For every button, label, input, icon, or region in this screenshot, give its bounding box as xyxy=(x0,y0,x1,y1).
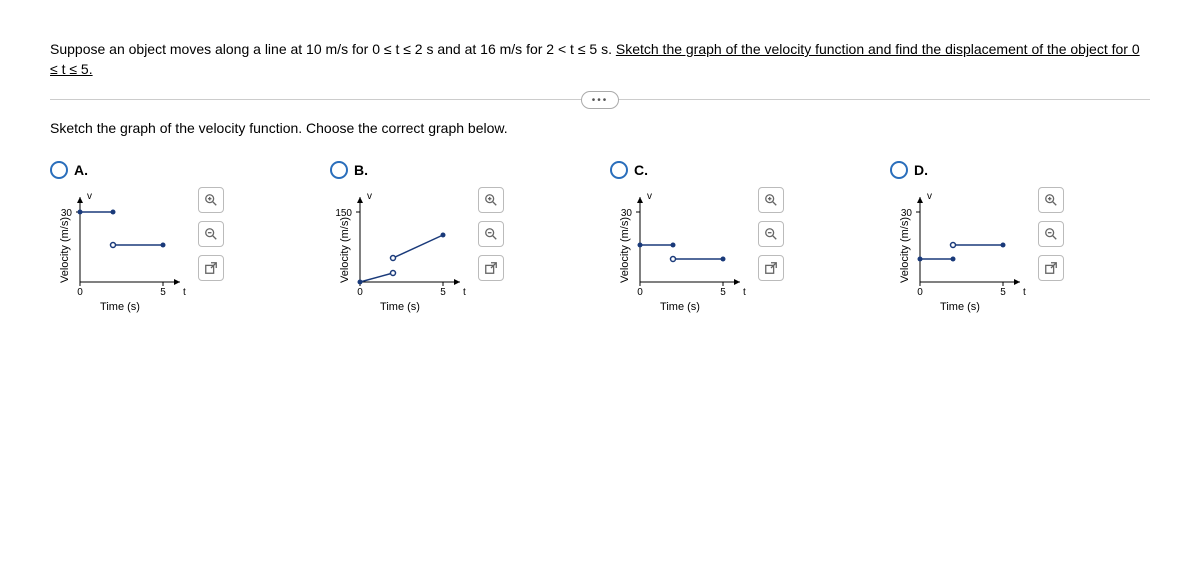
popout-c[interactable] xyxy=(758,255,784,281)
zoom-out-b[interactable] xyxy=(478,221,504,247)
xtick5-b: 5 xyxy=(440,287,446,297)
yvar-b: v xyxy=(367,191,372,202)
option-a: A. Velocity (m/s) 0 5 t 30 xyxy=(50,161,310,313)
ylabel-a: Velocity (m/s) xyxy=(59,217,71,283)
zoom-in-c[interactable] xyxy=(758,187,784,213)
radio-c[interactable] xyxy=(610,161,628,179)
xtick5-c: 5 xyxy=(720,287,726,297)
xlabel-c: Time (s) xyxy=(610,301,750,313)
xtick0-d: 0 xyxy=(917,287,923,297)
option-a-label: A. xyxy=(74,162,88,178)
xvar-d: t xyxy=(1023,287,1026,297)
chart-a: Velocity (m/s) 0 5 t 30 v xyxy=(50,187,190,313)
xtick5-a: 5 xyxy=(160,287,166,297)
xlabel-d: Time (s) xyxy=(890,301,1030,313)
ylabel-c: Velocity (m/s) xyxy=(619,217,631,283)
zoom-in-d[interactable] xyxy=(1038,187,1064,213)
section-divider: ••• xyxy=(50,99,1150,100)
radio-d[interactable] xyxy=(890,161,908,179)
xvar-a: t xyxy=(183,287,186,297)
options-row: A. Velocity (m/s) 0 5 t 30 xyxy=(50,161,1150,313)
chart-b: Velocity (m/s) 0 5 t 150 v xyxy=(330,187,470,313)
ylabel-b: Velocity (m/s) xyxy=(339,217,351,283)
question-text: Suppose an object moves along a line at … xyxy=(50,40,1150,79)
zoom-out-c[interactable] xyxy=(758,221,784,247)
xtick0-a: 0 xyxy=(77,287,83,297)
option-c: C. Velocity (m/s) 0 5 t 30 v xyxy=(610,161,870,313)
chart-c: Velocity (m/s) 0 5 t 30 v xyxy=(610,187,750,313)
zoom-in-a[interactable] xyxy=(198,187,224,213)
xtick5-d: 5 xyxy=(1000,287,1006,297)
option-b-label: B. xyxy=(354,162,368,178)
yvar-a: v xyxy=(87,191,92,202)
popout-a[interactable] xyxy=(198,255,224,281)
chart-d: Velocity (m/s) 0 5 t 30 v xyxy=(890,187,1030,313)
zoom-in-b[interactable] xyxy=(478,187,504,213)
option-c-label: C. xyxy=(634,162,648,178)
xlabel-a: Time (s) xyxy=(50,301,190,313)
question-part1: Suppose an object moves along a line at … xyxy=(50,41,616,57)
radio-b[interactable] xyxy=(330,161,348,179)
radio-a[interactable] xyxy=(50,161,68,179)
expand-ellipsis-button[interactable]: ••• xyxy=(581,91,619,109)
option-d-label: D. xyxy=(914,162,928,178)
option-d: D. Velocity (m/s) 0 5 t 30 v xyxy=(890,161,1150,313)
xtick0-c: 0 xyxy=(637,287,643,297)
zoom-out-a[interactable] xyxy=(198,221,224,247)
xvar-b: t xyxy=(463,287,466,297)
yvar-c: v xyxy=(647,191,652,202)
xlabel-b: Time (s) xyxy=(330,301,470,313)
prompt-text: Sketch the graph of the velocity functio… xyxy=(50,120,1150,136)
popout-d[interactable] xyxy=(1038,255,1064,281)
popout-b[interactable] xyxy=(478,255,504,281)
xtick0-b: 0 xyxy=(357,287,363,297)
ylabel-d: Velocity (m/s) xyxy=(899,217,911,283)
option-b: B. Velocity (m/s) 0 5 t 150 v xyxy=(330,161,590,313)
xvar-c: t xyxy=(743,287,746,297)
yvar-d: v xyxy=(927,191,932,202)
zoom-out-d[interactable] xyxy=(1038,221,1064,247)
